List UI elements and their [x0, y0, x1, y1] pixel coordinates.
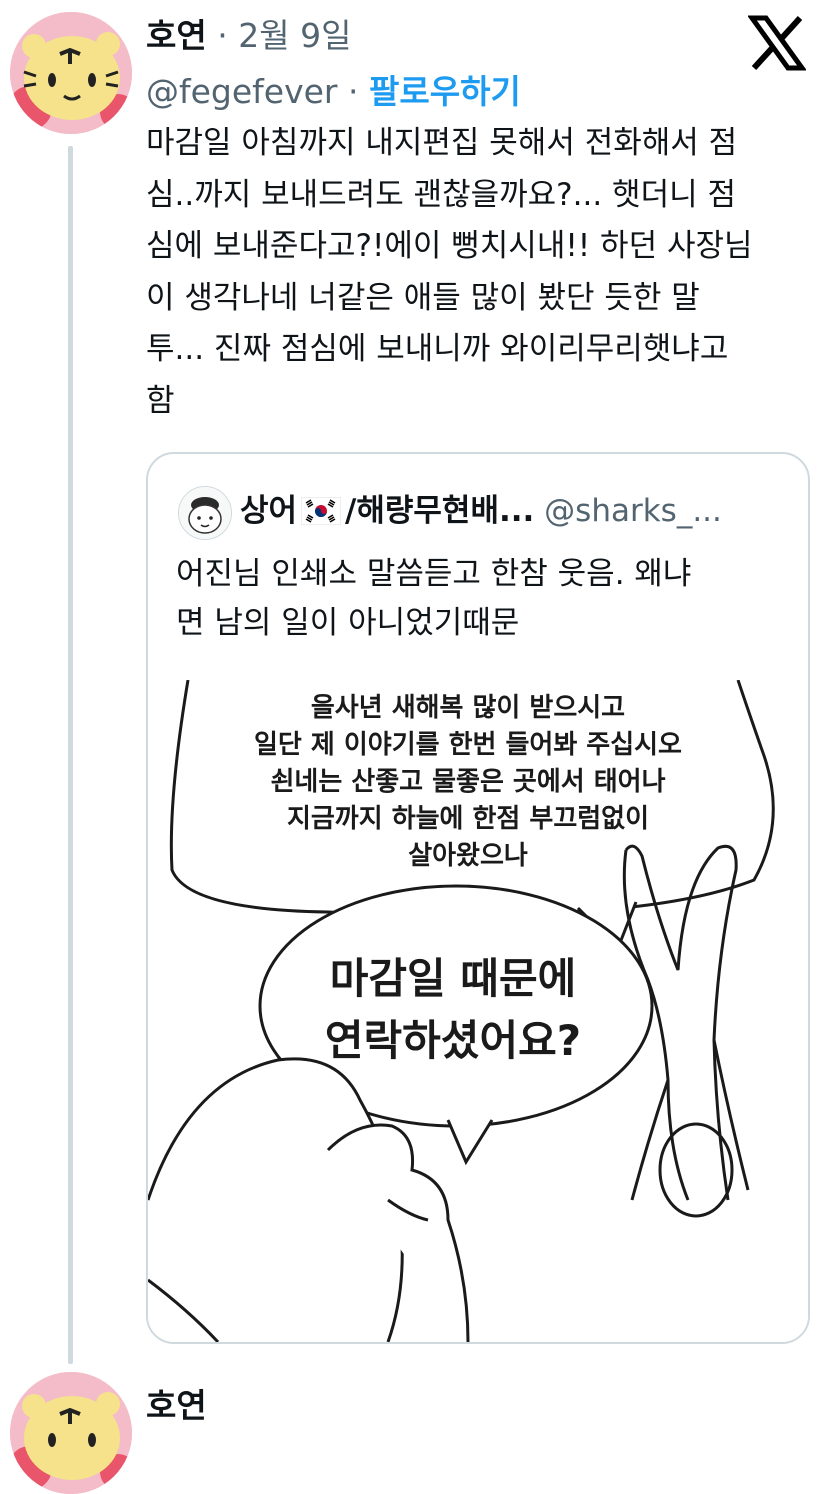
tweet-date[interactable]: 2월 9일: [238, 16, 351, 55]
separator-dot: ·: [217, 16, 228, 55]
author-avatar[interactable]: [10, 12, 132, 134]
quoted-tweet-header: 상어/해량무현배... @sharks_...: [240, 488, 722, 534]
separator-dot: ·: [348, 72, 359, 111]
tweet-subheader: @fegefever · 팔로우하기: [146, 70, 521, 114]
reply-author-name[interactable]: 호연: [146, 1384, 207, 1428]
reply-author-avatar[interactable]: [10, 1372, 132, 1494]
author-handle[interactable]: @fegefever: [146, 72, 338, 111]
thread-connector-line: [68, 146, 73, 1364]
quoted-tweet-card[interactable]: 상어/해량무현배... @sharks_... 어진님 인쇄소 말씀듣고 한참 …: [146, 452, 810, 1344]
korea-flag-icon: [300, 492, 342, 526]
x-logo-icon[interactable]: [747, 14, 807, 72]
tweet-body-text: 마감일 아침까지 내지편집 못해서 전화해서 점 심..까지 보내드려도 괜찮을…: [146, 125, 753, 419]
comic-speech-bubble-main: 마감일 때문에 연락하셨어요?: [324, 954, 582, 1065]
quoted-author-name-suffix: /해량무현배...: [345, 493, 535, 529]
follow-button[interactable]: 팔로우하기: [369, 72, 521, 111]
comic-image[interactable]: 을사년 새해복 많이 받으시고 일단 제 이야기를 한번 들어봐 주십시오 쇤네…: [148, 680, 808, 1342]
quoted-author-name-prefix: 상어: [240, 493, 298, 529]
comic-speech-bubble-top: 을사년 새해복 많이 받으시고 일단 제 이야기를 한번 들어봐 주십시오 쇤네…: [254, 693, 682, 871]
tweet-header: 호연 · 2월 9일: [146, 14, 351, 58]
quoted-author-name[interactable]: 상어/해량무현배...: [240, 493, 534, 529]
quoted-author-handle[interactable]: @sharks_...: [544, 493, 722, 529]
quoted-tweet-text: 어진님 인쇄소 말씀듣고 한참 웃음. 왜냐 면 남의 일이 아니었기때문: [176, 556, 692, 641]
author-name[interactable]: 호연: [146, 16, 207, 55]
quoted-author-avatar[interactable]: [178, 486, 232, 540]
